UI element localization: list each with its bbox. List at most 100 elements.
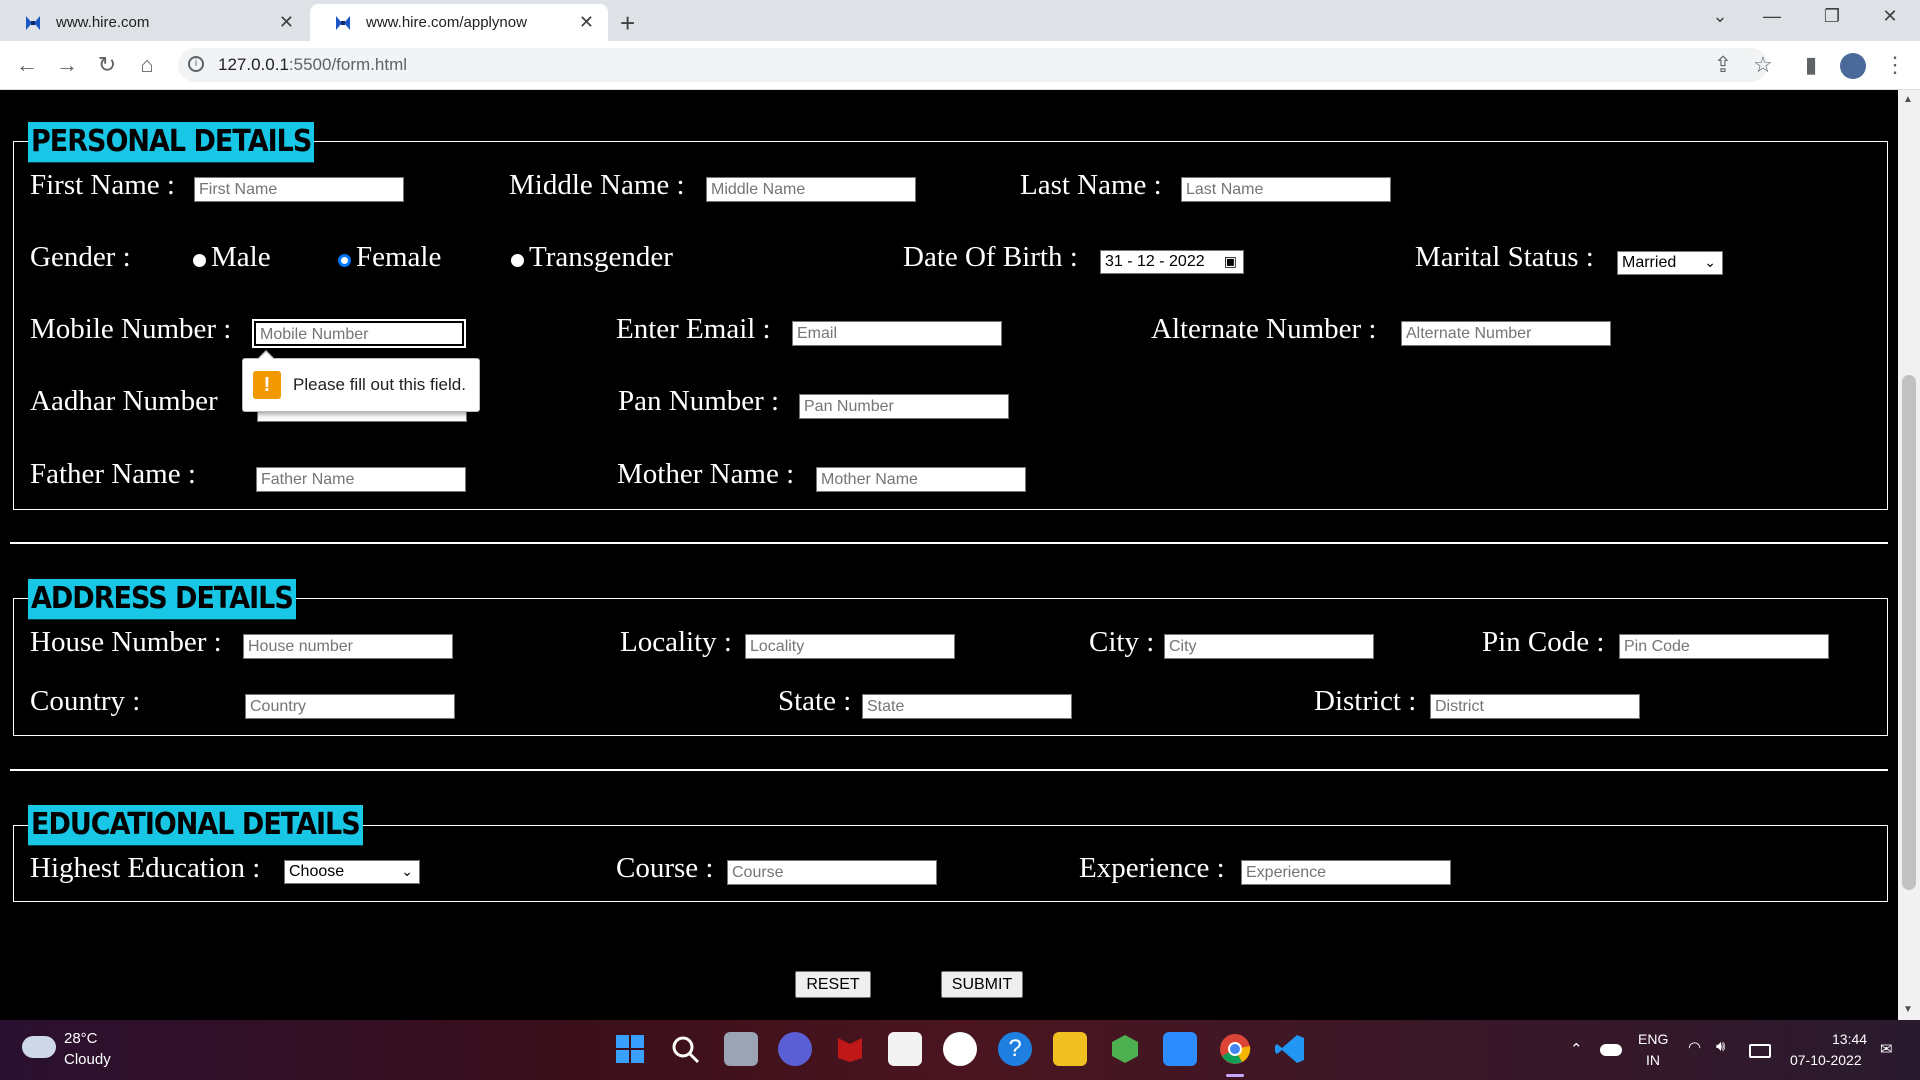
pin-code-label: Pin Code : xyxy=(1482,626,1605,658)
chevron-down-icon: ⌄ xyxy=(401,863,413,879)
weather-temp[interactable]: 28°C xyxy=(64,1030,98,1047)
personal-details-legend: PERSONAL DETAILS xyxy=(28,122,315,163)
github-icon[interactable] xyxy=(943,1032,977,1066)
chevron-down-icon: ⌄ xyxy=(1704,254,1716,270)
experience-input[interactable]: Experience xyxy=(1241,860,1451,885)
close-tab-icon[interactable]: ✕ xyxy=(579,12,594,33)
clock-date[interactable]: 07-10-2022 xyxy=(1790,1052,1862,1068)
search-icon[interactable] xyxy=(668,1032,702,1066)
notifications-icon[interactable]: ✉ xyxy=(1880,1040,1893,1058)
email-input[interactable]: Email xyxy=(792,321,1002,346)
windows-start-icon[interactable] xyxy=(613,1032,647,1066)
mobile-number-input[interactable]: Mobile Number xyxy=(252,319,466,348)
new-tab-icon[interactable]: + xyxy=(620,8,635,39)
close-window-icon[interactable]: ✕ xyxy=(1870,6,1910,27)
scrollbar-thumb[interactable] xyxy=(1902,375,1916,890)
highest-education-value: Choose xyxy=(289,863,345,880)
tab-applynow[interactable]: www.hire.com/applynow ✕ xyxy=(310,4,608,41)
home-icon[interactable]: ⌂ xyxy=(132,52,162,78)
house-number-label: House Number : xyxy=(30,626,222,658)
locality-input[interactable]: Locality xyxy=(745,634,955,659)
chrome-icon[interactable] xyxy=(1218,1032,1252,1066)
district-input[interactable]: District xyxy=(1430,694,1640,719)
mother-name-label: Mother Name : xyxy=(617,458,795,490)
site-info-icon[interactable]: i xyxy=(188,56,204,72)
task-view-icon[interactable] xyxy=(724,1032,758,1066)
mcafee-icon[interactable] xyxy=(833,1032,867,1066)
bookmark-star-icon[interactable]: ☆ xyxy=(1748,52,1778,78)
gender-transgender-label: Transgender xyxy=(529,241,673,273)
country-input[interactable]: Country xyxy=(245,694,455,719)
first-name-input[interactable]: First Name xyxy=(194,177,404,202)
last-name-label: Last Name : xyxy=(1020,169,1162,201)
language-top[interactable]: ENG xyxy=(1638,1031,1668,1047)
reset-button[interactable]: RESET xyxy=(795,971,871,998)
back-icon[interactable]: ← xyxy=(12,52,42,78)
app-cube-icon[interactable] xyxy=(1108,1032,1142,1066)
gender-transgender-radio[interactable] xyxy=(511,254,524,267)
forward-icon[interactable]: → xyxy=(52,52,82,78)
clock-time[interactable]: 13:44 xyxy=(1832,1031,1867,1047)
validation-message: Please fill out this field. xyxy=(293,375,466,394)
gender-male-radio[interactable] xyxy=(193,254,206,267)
language-bottom[interactable]: IN xyxy=(1646,1052,1660,1068)
validation-tooltip: ! Please fill out this field. xyxy=(242,350,480,412)
close-tab-icon[interactable]: ✕ xyxy=(279,12,294,33)
side-panel-icon[interactable]: ▮ xyxy=(1796,52,1826,78)
file-explorer-icon[interactable] xyxy=(1053,1032,1087,1066)
battery-icon[interactable] xyxy=(1749,1044,1771,1058)
highest-education-label: Highest Education : xyxy=(30,852,261,884)
course-input[interactable]: Course xyxy=(727,860,937,885)
mobile-number-label: Mobile Number : xyxy=(30,313,232,345)
city-input[interactable]: City xyxy=(1164,634,1374,659)
volume-icon[interactable]: 🔊︎ xyxy=(1716,1038,1725,1055)
dob-label: Date Of Birth : xyxy=(903,241,1078,273)
profile-avatar[interactable] xyxy=(1840,53,1866,79)
dob-date-input[interactable]: 31 - 12 - 2022 ▣ xyxy=(1100,250,1244,274)
house-number-input[interactable]: House number xyxy=(243,634,453,659)
url-text[interactable]: 127.0.0.1:5500/form.html xyxy=(218,55,407,75)
gender-female-label: Female xyxy=(356,241,442,273)
tab-search-chevron-down-icon[interactable]: ⌄ xyxy=(1700,6,1740,27)
gender-label: Gender : xyxy=(30,241,131,273)
mother-name-input[interactable]: Mother Name xyxy=(816,467,1026,492)
country-label: Country : xyxy=(30,685,141,717)
teams-chat-icon[interactable] xyxy=(778,1032,812,1066)
gender-female-radio[interactable] xyxy=(338,254,351,267)
experience-label: Experience : xyxy=(1079,852,1225,884)
zoom-icon[interactable] xyxy=(1163,1032,1197,1066)
tab-hire-home[interactable]: www.hire.com ✕ xyxy=(0,4,308,41)
share-icon[interactable]: ⇪ xyxy=(1708,52,1738,78)
weather-desc[interactable]: Cloudy xyxy=(64,1051,111,1068)
scroll-up-icon[interactable]: ▲ xyxy=(1903,94,1913,105)
alternate-number-input[interactable]: Alternate Number xyxy=(1401,321,1611,346)
pin-code-input[interactable]: Pin Code xyxy=(1619,634,1829,659)
vscode-icon[interactable] xyxy=(1273,1032,1307,1066)
site-favicon-icon xyxy=(334,14,352,32)
microsoft-store-icon[interactable] xyxy=(888,1032,922,1066)
help-icon[interactable]: ? xyxy=(998,1032,1032,1066)
highest-education-select[interactable]: Choose ⌄ xyxy=(284,860,420,884)
dob-value: 31 - 12 - 2022 xyxy=(1105,253,1205,270)
marital-status-select[interactable]: Married ⌄ xyxy=(1617,251,1723,275)
restore-icon[interactable]: ❐ xyxy=(1812,6,1852,27)
submit-button[interactable]: SUBMIT xyxy=(941,971,1023,998)
father-name-input[interactable]: Father Name xyxy=(256,467,466,492)
middle-name-input[interactable]: Middle Name xyxy=(706,177,916,202)
state-input[interactable]: State xyxy=(862,694,1072,719)
scroll-down-icon[interactable]: ▼ xyxy=(1903,1004,1913,1015)
menu-kebab-icon[interactable]: ⋮ xyxy=(1880,52,1910,78)
minimize-icon[interactable]: — xyxy=(1752,6,1792,27)
marital-status-label: Marital Status : xyxy=(1415,241,1594,273)
wifi-icon[interactable]: ◠ xyxy=(1688,1038,1701,1056)
last-name-input[interactable]: Last Name xyxy=(1181,177,1391,202)
calendar-icon[interactable]: ▣ xyxy=(1224,251,1237,271)
onedrive-cloud-icon[interactable] xyxy=(1600,1044,1622,1056)
show-hidden-icons-chevron-up-icon[interactable]: ⌃ xyxy=(1570,1040,1583,1058)
site-favicon-icon xyxy=(24,14,42,32)
reload-icon[interactable]: ↻ xyxy=(92,52,122,78)
cloud-weather-icon[interactable] xyxy=(22,1036,56,1058)
address-bar[interactable] xyxy=(178,48,1768,82)
tab-title: www.hire.com/applynow xyxy=(366,14,527,31)
pan-number-input[interactable]: Pan Number xyxy=(799,394,1009,419)
